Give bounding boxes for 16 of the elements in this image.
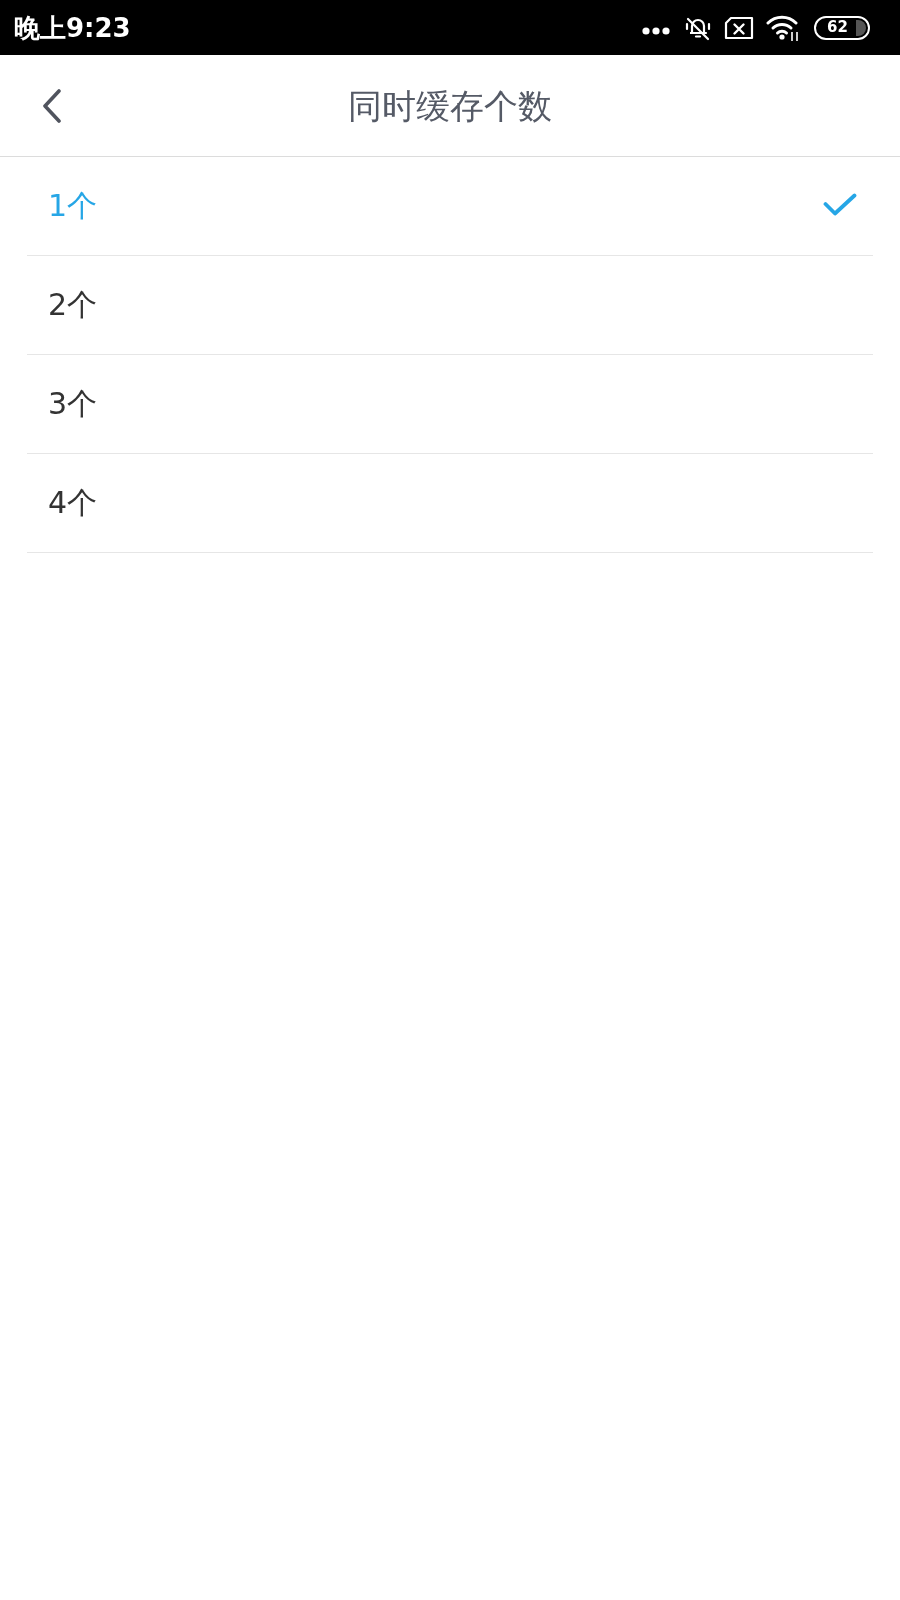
- sim-card-x-icon: [724, 15, 754, 40]
- battery-fill: [856, 19, 866, 36]
- option-row[interactable]: 4个: [27, 454, 873, 553]
- option-label: 1个: [48, 188, 98, 224]
- status-time: 晚上9:23: [14, 12, 131, 43]
- option-label: 4个: [48, 485, 98, 521]
- battery-level-text: 62: [827, 20, 848, 35]
- checkmark-icon: [823, 193, 857, 217]
- option-row[interactable]: 2个: [27, 256, 873, 355]
- chevron-left-icon: [42, 88, 62, 123]
- option-row[interactable]: 3个: [27, 355, 873, 454]
- more-dots-icon: [642, 26, 670, 35]
- option-label: 2个: [48, 287, 98, 323]
- page-title: 同时缓存个数: [348, 85, 552, 126]
- option-label: 3个: [48, 386, 98, 422]
- wifi-icon: [766, 13, 800, 42]
